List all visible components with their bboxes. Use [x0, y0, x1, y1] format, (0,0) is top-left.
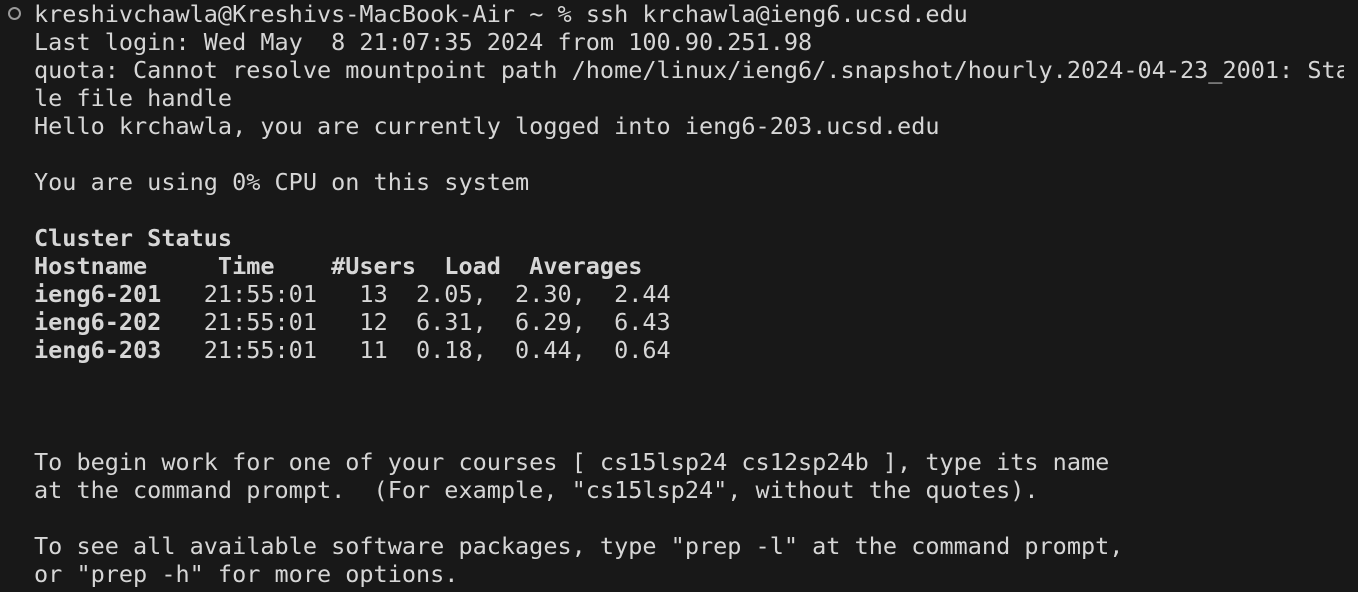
terminal-window[interactable]: kreshivchawla@Kreshivs-MacBook-Air ~ % s…	[0, 0, 1358, 592]
quota-error-line-continued: le file handle	[34, 84, 233, 112]
hello-line: Hello krchawla, you are currently logged…	[34, 112, 940, 140]
terminal-output: kreshivchawla@Kreshivs-MacBook-Air ~ % s…	[34, 0, 1344, 588]
packages-info-line-continued: or "prep -h" for more options.	[34, 560, 459, 588]
cluster-row-stats: 21:55:01 11 0.18, 0.44, 0.64	[161, 336, 671, 364]
cluster-row-hostname: ieng6-203	[34, 336, 162, 364]
command-status-circle-icon	[8, 7, 21, 20]
courses-info-line: To begin work for one of your courses [ …	[34, 448, 1110, 476]
cluster-status-title: Cluster Status	[34, 224, 233, 252]
prompt-line: kreshivchawla@Kreshivs-MacBook-Air ~ % s…	[34, 0, 1344, 28]
cluster-row-hostname: ieng6-202	[34, 308, 162, 336]
cpu-usage-line: You are using 0% CPU on this system	[34, 168, 530, 196]
cluster-row-stats: 21:55:01 12 6.31, 6.29, 6.43	[161, 308, 671, 336]
cluster-table-header: Hostname Time #Users Load Averages	[34, 252, 643, 280]
courses-info-line-continued: at the command prompt. (For example, "cs…	[34, 476, 1039, 504]
cluster-row: ieng6-203 21:55:01 11 0.18, 0.44, 0.64	[34, 336, 1344, 364]
prompt-command: ssh krchawla@ieng6.ucsd.edu	[585, 0, 968, 28]
prompt-path: ~	[529, 0, 544, 28]
prompt-user-host: kreshivchawla@Kreshivs-MacBook-Air	[34, 0, 516, 28]
quota-error-line: quota: Cannot resolve mountpoint path /h…	[34, 56, 1344, 84]
packages-info-line: To see all available software packages, …	[34, 532, 1124, 560]
last-login-line: Last login: Wed May 8 21:07:35 2024 from…	[34, 28, 813, 56]
cluster-row: ieng6-201 21:55:01 13 2.05, 2.30, 2.44	[34, 280, 1344, 308]
cluster-row-hostname: ieng6-201	[34, 280, 162, 308]
prompt-symbol: %	[557, 0, 572, 28]
cluster-row-stats: 21:55:01 13 2.05, 2.30, 2.44	[161, 280, 671, 308]
cluster-row: ieng6-202 21:55:01 12 6.31, 6.29, 6.43	[34, 308, 1344, 336]
